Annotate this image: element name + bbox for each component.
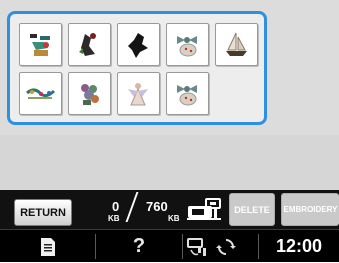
used-memory-unit: KB — [108, 214, 120, 223]
pattern-selection-panel — [7, 11, 267, 125]
return-button[interactable]: RETURN — [14, 199, 72, 226]
page-display-button[interactable] — [0, 230, 95, 263]
thread-settings-button[interactable] — [183, 230, 211, 263]
clock: 12:00 — [259, 230, 339, 263]
embroidery-machine-memory-icon — [187, 198, 221, 220]
bird-figure-pattern-icon — [79, 33, 96, 56]
pattern-tile-6[interactable] — [19, 72, 62, 115]
pattern-tile-1[interactable] — [19, 23, 62, 66]
used-memory-value: 0 — [112, 199, 120, 214]
pattern-tile-2[interactable] — [68, 23, 111, 66]
pattern-tile-3[interactable] — [117, 23, 160, 66]
flower-bouquet-pattern-icon — [81, 84, 99, 105]
total-memory-value: 760 — [146, 199, 168, 214]
total-memory-unit: KB — [168, 214, 180, 223]
butterfly-cluster-pattern-icon — [30, 34, 50, 56]
clock-time: 12:00 — [275, 236, 323, 256]
rotate-refresh-icon — [216, 238, 236, 255]
pattern-tile-5[interactable] — [215, 23, 258, 66]
memory-separator — [125, 192, 139, 222]
status-bar: ? 12:00 — [0, 229, 339, 262]
black-leaf-pattern-icon — [128, 33, 148, 58]
embroidery-button[interactable]: EMBROIDERY — [281, 193, 339, 226]
pattern-tile-9[interactable] — [166, 72, 209, 115]
pattern-tile-7[interactable] — [68, 72, 111, 115]
document-page-icon — [40, 237, 55, 256]
gift-bow-pattern-icon — [177, 36, 197, 57]
control-bar: RETURN 0 KB 760 KB DELETE EMBROIDERY — [0, 190, 339, 229]
help-button[interactable]: ? — [96, 230, 182, 263]
help-label: ? — [132, 235, 146, 257]
ship-pattern-icon — [226, 32, 247, 56]
floral-border-pattern-icon — [26, 88, 56, 99]
refresh-button[interactable] — [212, 230, 240, 263]
embroidery-screen: RETURN 0 KB 760 KB DELETE EMBROIDERY ? 1… — [0, 0, 339, 262]
delete-button[interactable]: DELETE — [229, 193, 275, 226]
angel-figure-pattern-icon — [128, 83, 148, 106]
pattern-tile-4[interactable] — [166, 23, 209, 66]
gift-bow-pattern-icon — [177, 85, 197, 106]
pattern-tile-8[interactable] — [117, 72, 160, 115]
sewing-machine-thread-icon — [187, 237, 206, 256]
